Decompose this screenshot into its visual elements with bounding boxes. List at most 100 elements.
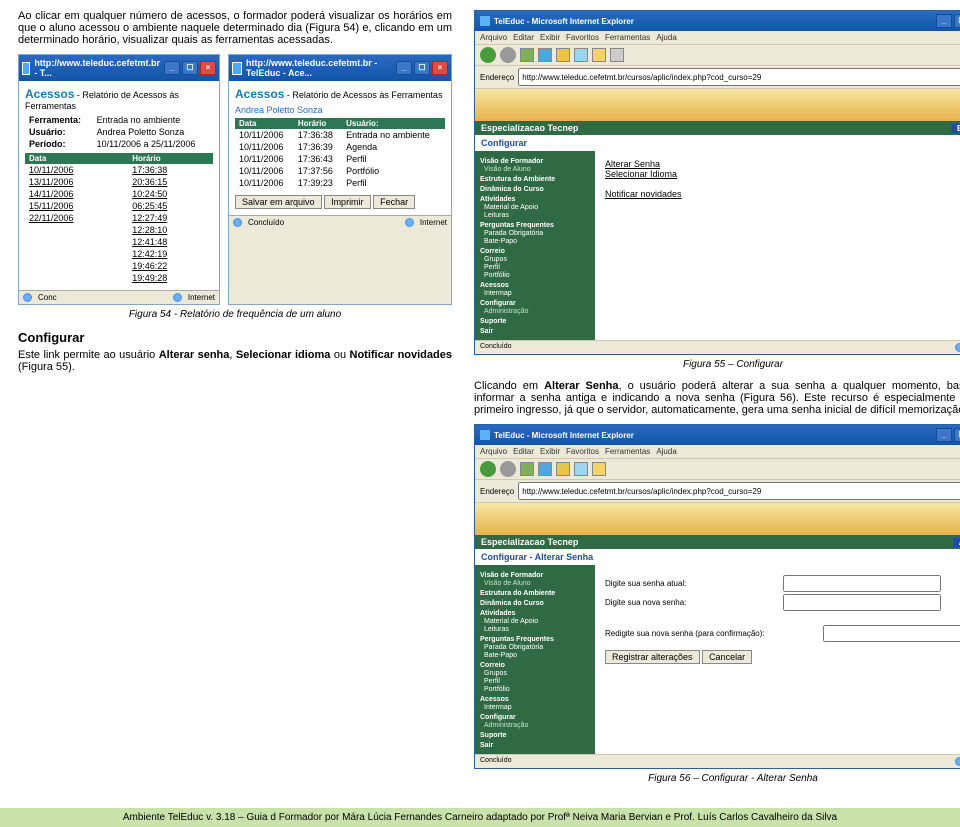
ie-toolbar[interactable] [475, 45, 960, 66]
favorites-icon[interactable] [592, 462, 606, 476]
label-period: Período: [25, 138, 93, 150]
banner [475, 503, 960, 535]
table-row: 17:37:56 [294, 165, 342, 177]
table-row: 10/11/2006 [235, 153, 294, 165]
window-1: http://www.teleduc.cefetmt.br - T... _ ☐… [18, 54, 220, 305]
ie-window-configurar: TelEduc - Microsoft Internet Explorer _ … [474, 10, 960, 355]
ie-toolbar[interactable] [475, 459, 960, 480]
globe-icon [233, 218, 242, 227]
page-sub: Configurar - Alterar Senha [475, 549, 960, 565]
table-row: Perfil [342, 153, 445, 165]
close-icon[interactable]: × [432, 61, 448, 75]
history-icon[interactable] [610, 48, 624, 62]
ie-menubar[interactable]: ArquivoEditarExibirFavoritosFerramentasA… [475, 445, 960, 459]
win1-titlebar: http://www.teleduc.cefetmt.br - T... _ ☐… [19, 55, 219, 81]
status-done: Concluído [480, 757, 512, 766]
ie-window-alterar-senha: TelEduc - Microsoft Internet Explorer _ … [474, 424, 960, 769]
confirm-password-input[interactable] [823, 625, 960, 642]
table-row[interactable]: 10/11/2006 [25, 164, 128, 176]
print-button[interactable]: Imprimir [324, 195, 371, 209]
forward-icon[interactable] [500, 461, 516, 477]
maximize-icon[interactable]: ☐ [954, 428, 960, 442]
maximize-icon[interactable]: ☐ [414, 61, 430, 75]
minimize-icon[interactable]: _ [164, 61, 180, 75]
close-button[interactable]: Fechar [373, 195, 415, 209]
save-button[interactable]: Salvar em arquivo [235, 195, 322, 209]
table-row[interactable]: 13/11/2006 [25, 176, 128, 188]
table-row: 17:36:43 [294, 153, 342, 165]
table-row[interactable]: 19:46:22 [128, 260, 213, 272]
new-password-input[interactable] [783, 594, 941, 611]
link-alterar[interactable]: Alterar Senha [605, 159, 960, 169]
table-row: 17:36:38 [294, 129, 342, 141]
val-period: 10/11/2006 a 25/11/2006 [93, 138, 213, 150]
forward-icon[interactable] [500, 47, 516, 63]
left-nav[interactable]: Visão de FormadorVisão de Aluno Estrutur… [475, 565, 595, 754]
figure-55-caption: Figura 55 – Configurar [474, 359, 960, 370]
address-input[interactable] [518, 482, 960, 500]
col-user: Usuário: [342, 118, 445, 129]
stop-icon[interactable] [520, 462, 534, 476]
cancel-button[interactable]: Cancelar [702, 650, 752, 664]
ie-menubar[interactable]: ArquivoEditarExibirFavoritosFerramentasA… [475, 31, 960, 45]
link-notificar[interactable]: Notificar novidades [605, 189, 960, 199]
back-icon[interactable] [480, 47, 496, 63]
search-icon[interactable] [574, 48, 588, 62]
addr-label: Endereço [480, 73, 514, 82]
win2-sub: - Relatório de Acessos às Ferramentas [284, 90, 442, 100]
globe-icon [173, 293, 182, 302]
close-icon[interactable]: × [200, 61, 216, 75]
table-row[interactable]: 10:24:50 [128, 188, 213, 200]
figure-56-caption: Figura 56 – Configurar - Alterar Senha [474, 773, 960, 784]
table-row: 10/11/2006 [235, 177, 294, 189]
page-sub: Configurar [475, 135, 960, 151]
table-row: Entrada no ambiente [342, 129, 445, 141]
table-row[interactable]: 12:41:48 [128, 236, 213, 248]
config-heading: Configurar [18, 330, 452, 345]
refresh-icon[interactable] [538, 462, 552, 476]
table-row[interactable]: 06:25:45 [128, 200, 213, 212]
home-icon[interactable] [556, 48, 570, 62]
win2-user: Andrea Poletto Sonza [235, 105, 445, 115]
table-row[interactable]: 14/11/2006 [25, 188, 128, 200]
minimize-icon[interactable]: _ [936, 14, 952, 28]
table-row[interactable]: 12:27:49 [128, 212, 213, 224]
register-button[interactable]: Registrar alterações [605, 650, 700, 664]
stop-icon[interactable] [520, 48, 534, 62]
banner [475, 89, 960, 121]
col-time: Horário [294, 118, 342, 129]
address-input[interactable] [518, 68, 960, 86]
win1-title: http://www.teleduc.cefetmt.br - T... [34, 58, 160, 78]
status-right: Internet [420, 218, 447, 227]
table-row[interactable]: 12:28:10 [128, 224, 213, 236]
globe-icon [955, 343, 960, 352]
current-password-input[interactable] [783, 575, 941, 592]
banner-button[interactable]: Ajuda [953, 538, 960, 547]
label-current-pwd: Digite sua senha atual: [605, 579, 775, 588]
table-row[interactable]: 12:42:19 [128, 248, 213, 260]
table-row[interactable]: 19:49:28 [128, 272, 213, 284]
favorites-icon[interactable] [592, 48, 606, 62]
refresh-icon[interactable] [538, 48, 552, 62]
table-row[interactable]: 22/11/2006 [25, 212, 128, 224]
table-row [25, 236, 128, 248]
minimize-icon[interactable]: _ [936, 428, 952, 442]
table-row[interactable]: 15/11/2006 [25, 200, 128, 212]
table-row [25, 248, 128, 260]
home-icon[interactable] [556, 462, 570, 476]
left-nav[interactable]: Visão de FormadorVisão de Aluno Estrutur… [475, 151, 595, 340]
win1-h: Acessos [25, 87, 74, 101]
back-icon[interactable] [480, 461, 496, 477]
minimize-icon[interactable]: _ [396, 61, 412, 75]
table-row [25, 224, 128, 236]
search-icon[interactable] [574, 462, 588, 476]
maximize-icon[interactable]: ☐ [954, 14, 960, 28]
table-row[interactable]: 20:36:15 [128, 176, 213, 188]
banner-button[interactable]: Busca [951, 124, 960, 133]
status-done: Concluído [480, 343, 512, 352]
win2-h: Acessos [235, 87, 284, 101]
maximize-icon[interactable]: ☐ [182, 61, 198, 75]
table-row[interactable]: 17:36:38 [128, 164, 213, 176]
col-date: Data [235, 118, 294, 129]
link-idioma[interactable]: Selecionar Idioma [605, 169, 960, 179]
